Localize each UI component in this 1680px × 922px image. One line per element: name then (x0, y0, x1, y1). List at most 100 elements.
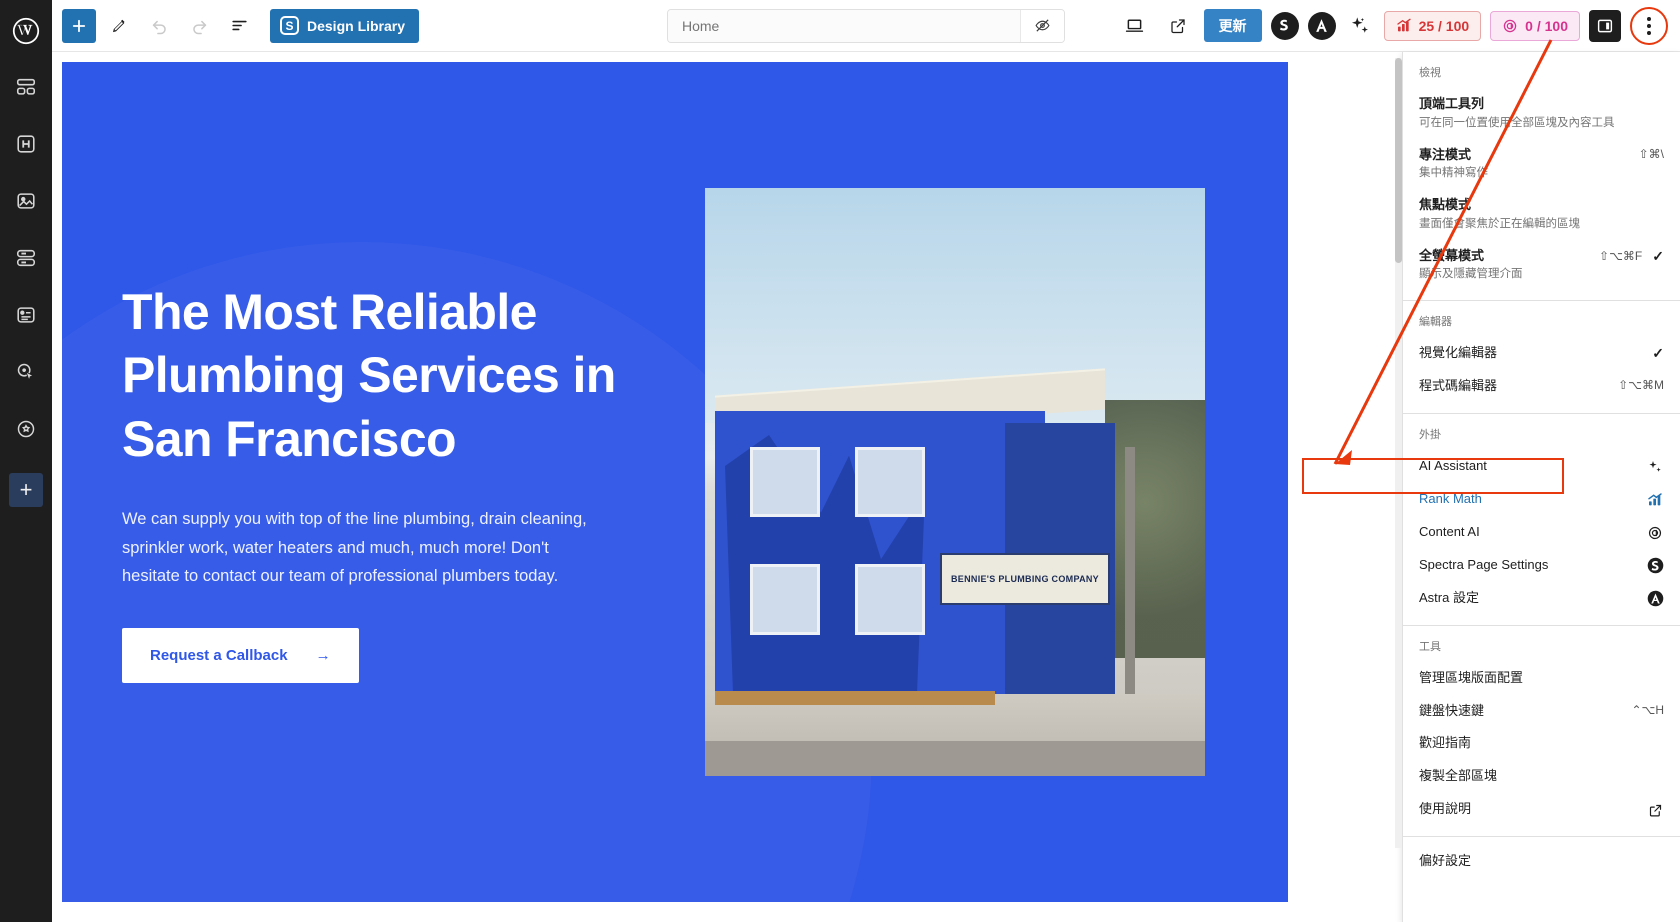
menu-item-[interactable]: 管理區塊版面配置 (1403, 662, 1680, 695)
menu-item-[interactable]: 全螢幕模式顯示及隱藏管理介面 ⇧⌥⌘F ✓ (1403, 240, 1680, 291)
undo-button[interactable] (142, 9, 176, 43)
menu-item-text: 全螢幕模式顯示及隱藏管理介面 (1419, 247, 1591, 284)
update-button[interactable]: 更新 (1203, 9, 1262, 42)
menu-item-text: 歡迎指南 (1419, 734, 1656, 753)
hero-paragraph[interactable]: We can supply you with top of the line p… (122, 505, 592, 590)
hero-block[interactable]: The Most Reliable Plumbing Services in S… (62, 62, 1288, 902)
menu-item-ai-assistant[interactable]: AI Assistant (1403, 450, 1680, 483)
menu-item-[interactable]: 焦點模式 畫面僅會聚焦於正在編輯的區塊 (1403, 189, 1680, 240)
menu-item-content-ai[interactable]: Content AI (1403, 516, 1680, 549)
photo-tree (1105, 399, 1205, 659)
menu-item-[interactable]: 偏好設定 (1403, 845, 1680, 878)
sidebar-item-heading-block[interactable] (9, 127, 43, 161)
editor-options-menu: 檢視 頂端工具列 可在同一位置使用全部區塊及內容工具 專注模式 集中精神寫作 ⇧⌘\ 焦點模… (1402, 52, 1680, 922)
add-block-button[interactable] (62, 8, 96, 43)
hero-image-column: BENNIE'S PLUMBING COMPANY (682, 188, 1228, 776)
menu-item-shortcut: ⇧⌥⌘F (1599, 249, 1643, 264)
menu-item-title: Spectra Page Settings (1419, 556, 1549, 572)
menu-scrollbar-thumb[interactable] (1395, 58, 1402, 263)
kebab-menu-icon[interactable] (1633, 10, 1665, 42)
seo-score-value: 25 / 100 (1418, 17, 1470, 34)
menu-item-text: 使用說明 (1419, 800, 1638, 819)
sidebar-item-cursor-click[interactable] (9, 355, 43, 389)
menu-item-title: 專注模式 (1419, 146, 1472, 162)
menu-item-[interactable]: 鍵盤快速鍵 ⌃⌥H (1403, 695, 1680, 728)
menu-item-title: 頂端工具列 (1419, 96, 1485, 111)
seo-score-badge[interactable]: 25 / 100 (1383, 10, 1482, 41)
menu-item-astra[interactable]: Astra 設定 (1403, 582, 1680, 615)
external-link-icon[interactable] (1161, 9, 1195, 43)
menu-item-[interactable]: 專注模式 集中精神寫作 ⇧⌘\ (1403, 139, 1680, 190)
options-menu-button-wrap (1630, 6, 1668, 45)
sidebar-item-card-block[interactable] (9, 298, 43, 332)
menu-group: 偏好設定 (1403, 837, 1680, 888)
hero-heading[interactable]: The Most Reliable Plumbing Services in S… (122, 281, 682, 472)
menu-item-title: 焦點模式 (1419, 197, 1472, 213)
content-ai-score-badge[interactable]: 0 / 100 (1490, 10, 1580, 41)
photo-window-3 (750, 564, 820, 635)
menu-item-title: 使用說明 (1419, 801, 1472, 817)
menu-item-text: 鍵盤快速鍵 (1419, 702, 1623, 721)
left-admin-rail: + (0, 0, 52, 922)
menu-item-description: 顯示及隱藏管理介面 (1419, 268, 1523, 281)
rail-add-button[interactable]: + (9, 473, 43, 507)
settings-sidebar-toggle[interactable] (1589, 9, 1621, 42)
menu-item-title: Astra 設定 (1419, 589, 1479, 605)
photo-shop-sign: BENNIE'S PLUMBING COMPANY (940, 552, 1110, 606)
wordpress-logo[interactable] (9, 14, 43, 48)
document-overview-button[interactable] (222, 9, 256, 43)
photo-pole (1125, 446, 1135, 718)
spectra-icon (1646, 557, 1664, 575)
menu-item-accessory (1646, 490, 1664, 509)
request-callback-button[interactable]: Request a Callback → (122, 628, 359, 684)
menu-group-label: 檢視 (1419, 67, 1441, 79)
menu-item-title: 複製全部區塊 (1419, 768, 1498, 784)
menu-item-title: 程式碼編輯器 (1419, 377, 1498, 393)
menu-item-text: 頂端工具列 可在同一位置使用全部區塊及內容工具 (1419, 95, 1656, 132)
preview-eye-off-icon[interactable] (1020, 9, 1064, 42)
menu-item-text: 管理區塊版面配置 (1419, 669, 1656, 688)
toolbar-left-group: S Design Library (62, 8, 420, 43)
photo-curb (715, 690, 995, 706)
sidebar-item-settings-circle[interactable] (9, 412, 43, 446)
design-library-button[interactable]: S Design Library (270, 8, 420, 43)
edit-tool-button[interactable] (102, 9, 136, 43)
external-link-icon (1646, 801, 1664, 819)
menu-group: 編輯器視覺化編輯器 ✓ 程式碼編輯器 ⇧⌥⌘M (1403, 301, 1680, 414)
hero-photo[interactable]: BENNIE'S PLUMBING COMPANY (705, 188, 1205, 776)
menu-item-[interactable]: 程式碼編輯器 ⇧⌥⌘M (1403, 370, 1680, 403)
page-url-bar[interactable]: Home (667, 8, 1065, 43)
menu-item-spectra-page-settings[interactable]: Spectra Page Settings (1403, 549, 1680, 582)
arrow-right-icon: → (315, 647, 331, 665)
sidebar-item-dashboard-blocks[interactable] (9, 70, 43, 104)
menu-item-accessory: ⇧⌥⌘F ✓ (1599, 247, 1664, 265)
sidebar-item-image-block[interactable] (9, 184, 43, 218)
menu-item-description: 集中精神寫作 (1419, 167, 1488, 180)
astra-icon (1646, 590, 1664, 608)
sidebar-item-stack-block[interactable] (9, 241, 43, 275)
menu-item-title: 全螢幕模式 (1419, 247, 1485, 263)
menu-group-label: 編輯器 (1419, 316, 1452, 329)
menu-group-label: 外掛 (1419, 428, 1441, 441)
menu-item-accessory (1646, 457, 1664, 476)
menu-item-shortcut: ⌃⌥H (1631, 702, 1664, 717)
redo-button[interactable] (182, 9, 216, 43)
spectra-icon[interactable] (1270, 11, 1299, 40)
menu-item-[interactable]: 使用說明 (1403, 793, 1680, 826)
astra-icon[interactable] (1307, 11, 1336, 40)
menu-item-[interactable]: 歡迎指南 (1403, 727, 1680, 760)
menu-item-[interactable]: 複製全部區塊 (1403, 760, 1680, 793)
sparkles-icon (1646, 458, 1664, 476)
menu-scrollbar[interactable] (1395, 58, 1402, 848)
ai-sparkles-icon[interactable] (1345, 11, 1375, 41)
menu-item-accessory (1646, 800, 1664, 819)
menu-item-text: Content AI (1419, 523, 1638, 542)
menu-item-rank-math[interactable]: Rank Math (1403, 483, 1680, 516)
menu-item-[interactable]: 視覺化編輯器 ✓ (1403, 337, 1680, 370)
menu-group: 外掛 AI Assistant Rank Math Content AI Spectra… (1403, 414, 1680, 626)
menu-item-[interactable]: 頂端工具列 可在同一位置使用全部區塊及內容工具 (1403, 88, 1680, 139)
device-preview-icon[interactable] (1118, 9, 1152, 43)
design-library-label: Design Library (307, 17, 406, 34)
menu-item-accessory: ⇧⌥⌘M (1618, 377, 1664, 392)
page-title-field[interactable]: Home (668, 9, 1020, 42)
